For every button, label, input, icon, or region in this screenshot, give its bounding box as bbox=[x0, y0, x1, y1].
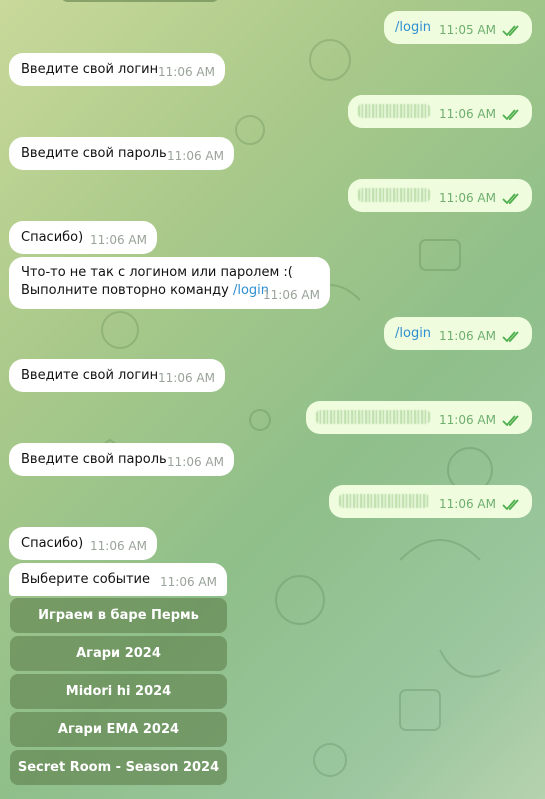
message-outgoing[interactable]: /login 11:05 AM bbox=[384, 11, 532, 44]
message-outgoing-hidden[interactable]: 11:06 AM bbox=[348, 95, 532, 128]
keyboard-button-event-5[interactable]: Secret Room - Season 2024 bbox=[10, 750, 227, 785]
message-text-line2: Выполните повторно команду /login bbox=[21, 282, 269, 300]
message-incoming[interactable]: Введите свой пароль 11:06 AM bbox=[9, 443, 234, 476]
command-link[interactable]: /login bbox=[395, 325, 431, 343]
message-text: Введите свой пароль bbox=[21, 146, 167, 161]
message-text: Спасибо) bbox=[21, 536, 84, 551]
message-incoming[interactable]: Введите свой логин 11:06 AM bbox=[9, 359, 225, 392]
message-time: 11:06 AM bbox=[90, 233, 147, 247]
keyboard-button-event-1[interactable]: Играем в баре Пермь bbox=[10, 598, 227, 633]
message-outgoing-hidden[interactable]: 11:06 AM bbox=[348, 179, 532, 212]
message-time: 11:05 AM bbox=[439, 23, 496, 37]
blurred-spoiler[interactable] bbox=[339, 494, 429, 508]
message-text: Спасибо) bbox=[21, 230, 84, 245]
double-check-icon bbox=[502, 499, 519, 511]
message-incoming[interactable]: Выберите событие 11:06 AM bbox=[9, 563, 227, 596]
blurred-spoiler[interactable] bbox=[358, 104, 430, 118]
message-text: Выберите событие bbox=[21, 572, 151, 587]
message-time: 11:06 AM bbox=[263, 288, 320, 302]
keyboard-button-event-3[interactable]: Midori hi 2024 bbox=[10, 674, 227, 709]
message-text-prefix: Выполните повторно команду bbox=[21, 283, 233, 298]
message-outgoing[interactable]: /login 11:06 AM bbox=[384, 317, 532, 350]
blurred-spoiler[interactable] bbox=[316, 410, 430, 424]
message-outgoing-hidden[interactable]: 11:06 AM bbox=[329, 485, 532, 518]
double-check-icon bbox=[502, 193, 519, 205]
message-incoming[interactable]: Что-то не так с логином или паролем :( В… bbox=[9, 257, 330, 309]
message-time: 11:06 AM bbox=[439, 497, 496, 511]
message-time: 11:06 AM bbox=[160, 575, 217, 589]
message-time: 11:06 AM bbox=[439, 107, 496, 121]
message-text: Введите свой логин bbox=[21, 62, 159, 77]
message-incoming[interactable]: Спасибо) 11:06 AM bbox=[9, 527, 157, 560]
message-time: 11:06 AM bbox=[167, 455, 224, 469]
blurred-spoiler[interactable] bbox=[358, 188, 430, 202]
double-check-icon bbox=[502, 109, 519, 121]
message-time: 11:06 AM bbox=[158, 371, 215, 385]
message-time: 11:06 AM bbox=[158, 65, 215, 79]
message-outgoing-hidden[interactable]: 11:06 AM bbox=[306, 401, 532, 434]
message-time: 11:06 AM bbox=[439, 413, 496, 427]
message-text: Введите свой логин bbox=[21, 368, 159, 383]
double-check-icon bbox=[502, 25, 519, 37]
message-time: 11:06 AM bbox=[167, 149, 224, 163]
message-time: 11:06 AM bbox=[90, 539, 147, 553]
keyboard-button-event-4[interactable]: Агари ЕМА 2024 bbox=[10, 712, 227, 747]
keyboard-button-event-2[interactable]: Агари 2024 bbox=[10, 636, 227, 671]
message-time: 11:06 AM bbox=[439, 191, 496, 205]
previous-keyboard-stub bbox=[60, 0, 220, 2]
message-incoming[interactable]: Введите свой логин 11:06 AM bbox=[9, 53, 225, 86]
double-check-icon bbox=[502, 415, 519, 427]
message-incoming[interactable]: Введите свой пароль 11:06 AM bbox=[9, 137, 234, 170]
command-link[interactable]: /login bbox=[395, 19, 431, 37]
message-text: Введите свой пароль bbox=[21, 452, 167, 467]
message-text-line1: Что-то не так с логином или паролем :( bbox=[21, 265, 293, 280]
double-check-icon bbox=[502, 331, 519, 343]
chat-history: /login 11:05 AM Введите свой логин 11:06… bbox=[0, 0, 545, 799]
message-time: 11:06 AM bbox=[439, 329, 496, 343]
message-incoming[interactable]: Спасибо) 11:06 AM bbox=[9, 221, 157, 254]
